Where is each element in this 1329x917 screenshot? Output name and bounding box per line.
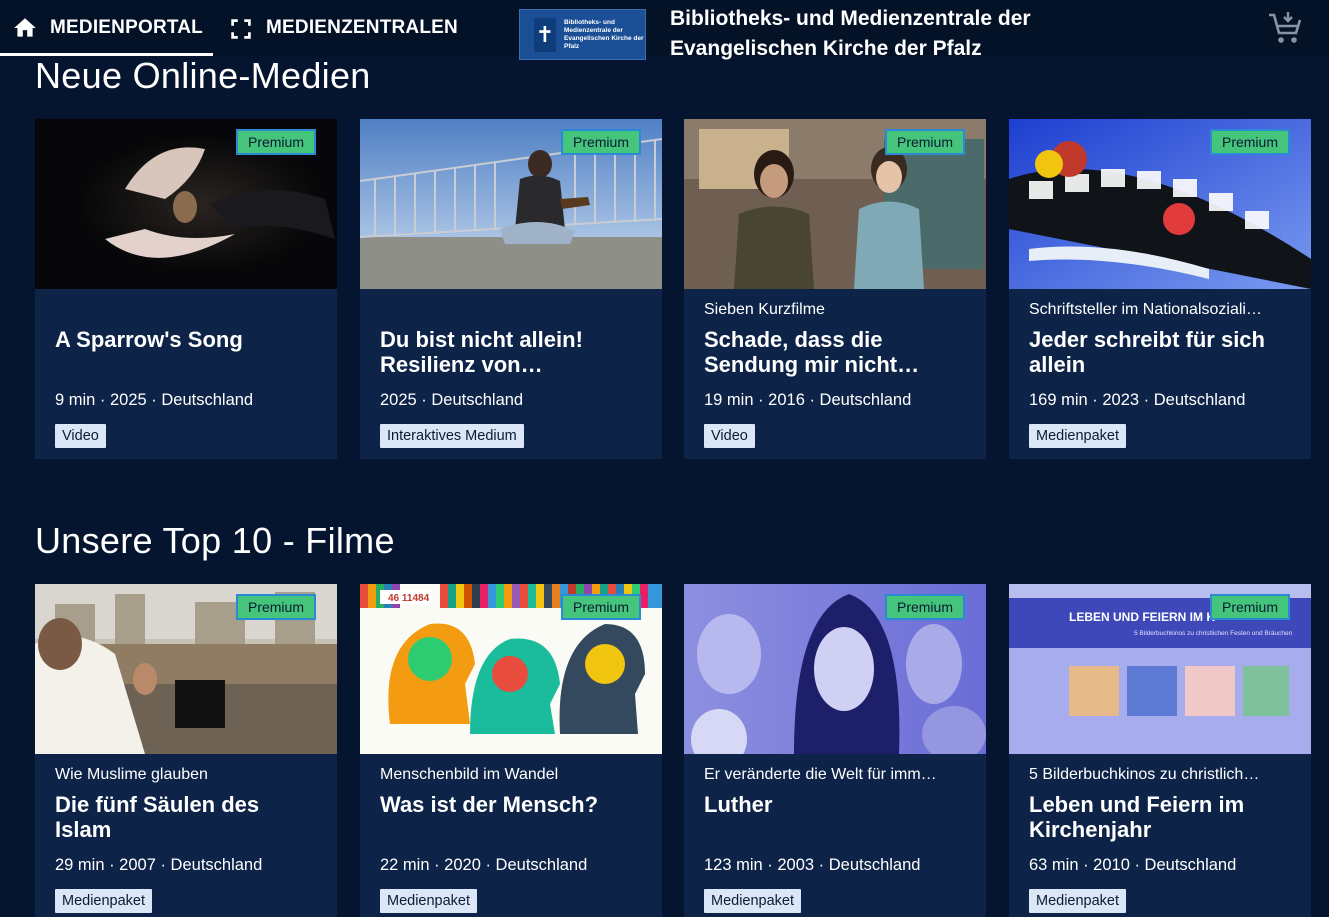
cart-button[interactable] — [1266, 10, 1304, 46]
media-thumbnail: Premium — [35, 584, 337, 754]
media-card[interactable]: 46 11484 Premium Menschenbild im Wandel … — [360, 584, 662, 917]
active-tab-indicator — [0, 53, 213, 56]
media-type-tag: Video — [55, 424, 106, 448]
card-title: Du bist nicht allein! Resilienz von… — [380, 327, 583, 377]
premium-badge: Premium — [236, 594, 316, 620]
nav-medienportal-label: MEDIENPORTAL — [50, 17, 203, 38]
page: MEDIENPORTAL MEDIENZENTRALEN ✝ Bibliothe… — [0, 0, 1329, 917]
media-type-tag: Medienpaket — [1029, 889, 1127, 913]
organization-title: Bibliotheks- und Medienzentrale der Evan… — [670, 4, 1120, 64]
card-title: Luther — [704, 792, 773, 817]
media-type-tag: Medienpaket — [1029, 424, 1127, 448]
organization-title-line2: Evangelischen Kirche der Pfalz — [670, 37, 982, 60]
thumb-banner-text: LEBEN UND FEIERN IM K — [1069, 610, 1215, 624]
media-type-tag: Medienpaket — [380, 889, 478, 913]
card-title: Was ist der Mensch? — [380, 792, 599, 817]
card-series: Schriftsteller im Nationalsoziali… — [1029, 301, 1262, 318]
media-type-tag: Interaktives Medium — [380, 424, 524, 448]
card-series: Menschenbild im Wandel — [380, 766, 559, 783]
card-meta: 22 min · 2020 · Deutschland — [380, 856, 588, 874]
card-title: Leben und Feiern im Kirchenjahr — [1029, 792, 1245, 842]
media-card[interactable]: Premium Wie Muslime glauben Die fünf Säu… — [35, 584, 337, 917]
nav-medienzentralen[interactable]: MEDIENZENTRALEN — [228, 0, 458, 56]
card-meta: 19 min · 2016 · Deutschland — [704, 391, 912, 409]
card-meta: 9 min · 2025 · Deutschland — [55, 391, 254, 409]
section-title-new-media: Neue Online-Medien — [35, 55, 371, 96]
card-meta: 63 min · 2010 · Deutschland — [1029, 856, 1237, 874]
section-title-top10: Unsere Top 10 - Filme — [35, 520, 395, 561]
premium-badge: Premium — [1210, 594, 1290, 620]
cross-icon: ✝ — [534, 17, 556, 52]
media-card[interactable]: Premium Sieben Kurzfilme Schade, dass di… — [684, 119, 986, 459]
media-thumbnail: Premium — [35, 119, 337, 289]
card-meta: 169 min · 2023 · Deutschland — [1029, 391, 1246, 409]
nav-medienportal[interactable]: MEDIENPORTAL — [12, 0, 203, 56]
media-card[interactable]: Premium Er veränderte die Welt für imm… … — [684, 584, 986, 917]
media-thumbnail: Premium — [360, 119, 662, 289]
nav-medienzentralen-label: MEDIENZENTRALEN — [266, 17, 458, 38]
card-meta: 123 min · 2003 · Deutschland — [704, 856, 921, 874]
thumb-label: 46 11484 — [388, 593, 430, 604]
media-card[interactable]: Premium Schriftsteller im Nationalsozial… — [1009, 119, 1311, 459]
premium-badge: Premium — [561, 594, 641, 620]
top-navigation: MEDIENPORTAL MEDIENZENTRALEN ✝ Bibliothe… — [0, 0, 1329, 60]
media-thumbnail: Premium — [684, 119, 986, 289]
card-title: A Sparrow's Song — [55, 327, 243, 352]
media-thumbnail: LEBEN UND FEIERN IM K 5 Bilderbuchkinos … — [1009, 584, 1311, 754]
media-type-tag: Medienpaket — [704, 889, 802, 913]
media-thumbnail: Premium — [684, 584, 986, 754]
organization-logo[interactable]: ✝ Bibliotheks- und Medienzentrale der Ev… — [519, 9, 646, 60]
logo-text: Bibliotheks- und Medienzentrale der Evan… — [564, 18, 644, 50]
card-title: Schade, dass die Sendung mir nicht… — [704, 327, 920, 377]
card-series: Er veränderte die Welt für imm… — [704, 766, 937, 783]
media-card[interactable]: LEBEN UND FEIERN IM K 5 Bilderbuchkinos … — [1009, 584, 1311, 917]
premium-badge: Premium — [561, 129, 641, 155]
card-meta: 2025 · Deutschland — [380, 391, 524, 409]
premium-badge: Premium — [885, 129, 965, 155]
card-title: Jeder schreibt für sich allein — [1029, 327, 1265, 377]
media-type-tag: Video — [704, 424, 755, 448]
card-title: Die fünf Säulen des Islam — [55, 792, 260, 842]
media-card[interactable]: Premium A Sparrow's Song 9 min · 2025 · … — [35, 119, 337, 459]
media-thumbnail: Premium — [1009, 119, 1311, 289]
cart-icon — [1269, 12, 1302, 43]
card-meta: 29 min · 2007 · Deutschland — [55, 856, 263, 874]
premium-badge: Premium — [1210, 129, 1290, 155]
media-thumbnail: 46 11484 Premium — [360, 584, 662, 754]
media-type-tag: Medienpaket — [55, 889, 153, 913]
fullscreen-icon — [228, 15, 254, 41]
thumb-banner-subtext: 5 Bilderbuchkinos zu christlichen Festen… — [1134, 630, 1293, 637]
premium-badge: Premium — [236, 129, 316, 155]
card-series: Wie Muslime glauben — [55, 766, 208, 783]
premium-badge: Premium — [885, 594, 965, 620]
card-series: 5 Bilderbuchkinos zu christlich… — [1029, 766, 1260, 783]
media-card[interactable]: Premium Du bist nicht allein! Resilienz … — [360, 119, 662, 459]
card-series: Sieben Kurzfilme — [704, 301, 825, 318]
home-icon — [12, 15, 38, 41]
organization-title-line1: Bibliotheks- und Medienzentrale der — [670, 7, 1031, 30]
